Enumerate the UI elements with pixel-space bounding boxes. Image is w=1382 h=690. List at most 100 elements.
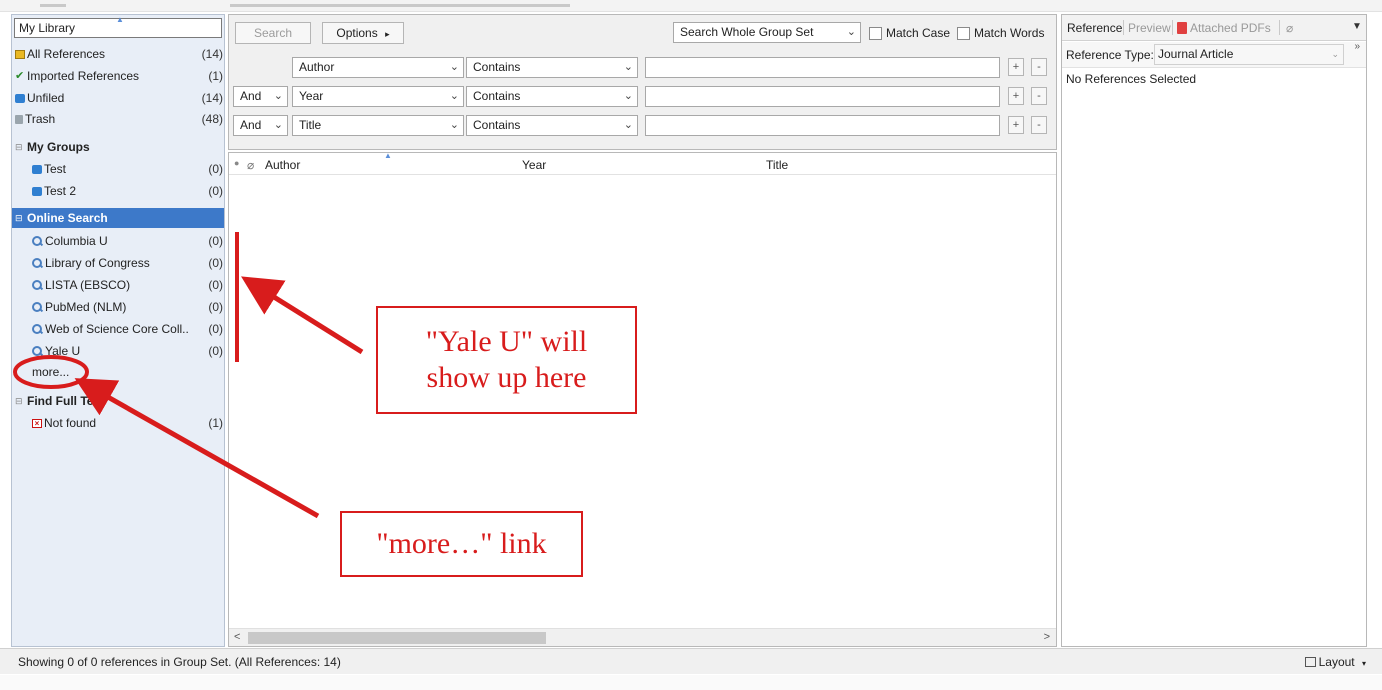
horizontal-scrollbar[interactable]: < > — [229, 628, 1056, 646]
chevron-down-icon: ▾ — [1361, 659, 1366, 668]
column-header-year[interactable]: Year — [522, 158, 546, 172]
search-operator-select-3[interactable]: Contains ⌄ — [466, 115, 638, 136]
add-row-button-1[interactable]: + — [1008, 58, 1024, 76]
group-label: PubMed (NLM) — [45, 300, 127, 314]
my-groups-header[interactable]: ⊟ My Groups — [15, 137, 223, 157]
group-count: (14) — [201, 91, 223, 105]
chevron-down-icon: ⌄ — [273, 90, 283, 102]
search-icon — [32, 345, 43, 357]
scrollbar-thumb[interactable] — [248, 632, 546, 644]
panel-menu-icon[interactable]: ▼ — [1352, 21, 1362, 32]
search-operator-select-1[interactable]: Contains ⌄ — [466, 57, 638, 78]
remove-row-button-1[interactable]: - — [1031, 58, 1047, 76]
group-label: Trash — [25, 112, 56, 126]
read-status-column-icon[interactable]: ● — [234, 158, 239, 168]
group-test[interactable]: Test (0) — [32, 159, 223, 179]
group-label: Test 2 — [44, 184, 77, 198]
group-count: (0) — [208, 162, 223, 176]
search-operator-select-2[interactable]: Contains ⌄ — [466, 86, 638, 107]
all-references-icon — [15, 49, 25, 59]
search-bool-select-3[interactable]: And ⌄ — [233, 115, 288, 136]
group-count: (14) — [201, 47, 223, 61]
group-label: Web of Science Core Coll... — [45, 322, 189, 336]
unfiled-folder-icon — [15, 93, 25, 103]
reference-type-value: Journal Article — [1158, 47, 1234, 61]
column-header-title[interactable]: Title — [766, 158, 788, 172]
bool-value: And — [240, 89, 262, 103]
add-row-button-2[interactable]: + — [1008, 87, 1024, 105]
remove-row-button-3[interactable]: - — [1031, 116, 1047, 134]
tab-label: Attached PDFs — [1190, 21, 1271, 35]
search-term-input-3[interactable] — [645, 115, 1000, 136]
search-field-select-3[interactable]: Title ⌄ — [292, 115, 464, 136]
match-words-checkbox[interactable]: Match Words — [957, 24, 1044, 42]
online-library-of-congress[interactable]: Library of Congress (0) — [32, 253, 223, 273]
search-scope-select[interactable]: Search Whole Group Set ⌄ — [673, 22, 861, 43]
chevron-down-icon: ⌄ — [846, 26, 856, 38]
options-label: Options — [336, 26, 378, 40]
field-value: Title — [299, 118, 322, 132]
chevron-down-icon: ⌄ — [449, 119, 459, 131]
tab-reference[interactable]: Reference — [1067, 21, 1122, 35]
match-case-checkbox[interactable]: Match Case — [869, 24, 950, 42]
imported-check-icon: ✔ — [15, 70, 25, 82]
paperclip-icon[interactable]: ⌀ — [1286, 21, 1293, 35]
tab-attached-pdfs[interactable]: Attached PDFs — [1177, 21, 1271, 35]
group-label: LISTA (EBSCO) — [45, 278, 131, 292]
search-button[interactable]: Search — [235, 22, 311, 44]
group-not-found[interactable]: × Not found (1) — [32, 413, 223, 433]
search-panel: Search Options ▸ Search Whole Group Set … — [228, 14, 1057, 150]
options-arrow-icon: ▸ — [385, 29, 390, 39]
status-text: Showing 0 of 0 references in Group Set. … — [18, 655, 341, 669]
no-selection-message: No References Selected — [1066, 72, 1197, 86]
reference-list-header: ● ⌀ Author ▲ Year Title — [229, 151, 1056, 175]
group-trash[interactable]: Trash (48) — [15, 109, 223, 129]
callout-text: show up here — [426, 361, 587, 394]
column-header-author[interactable]: Author — [265, 158, 300, 172]
sort-marker-icon: ▲ — [116, 15, 124, 24]
group-imported-references[interactable]: ✔ Imported References (1) — [15, 66, 223, 86]
attachment-column-icon[interactable]: ⌀ — [247, 158, 254, 172]
search-field-select-1[interactable]: Author ⌄ — [292, 57, 464, 78]
group-unfiled[interactable]: Unfiled (14) — [15, 88, 223, 108]
collapse-icon: ⊟ — [15, 212, 23, 223]
tab-separator — [1172, 20, 1173, 35]
layout-button[interactable]: Layout ▾ — [1304, 655, 1366, 669]
reference-type-select[interactable]: Journal Article ⌄ — [1154, 44, 1344, 65]
chevron-down-icon: ⌄ — [1331, 49, 1339, 59]
reference-type-bar: Reference Type: Journal Article ⌄ » — [1062, 41, 1366, 68]
tab-separator — [1279, 20, 1280, 35]
group-section-label: Find Full Text — [27, 394, 105, 408]
search-term-input-2[interactable] — [645, 86, 1000, 107]
tab-preview[interactable]: Preview — [1128, 21, 1171, 35]
more-online-sources-link[interactable]: more... — [32, 365, 69, 379]
group-test-2[interactable]: Test 2 (0) — [32, 181, 223, 201]
online-search-header[interactable]: ⊟ Online Search — [12, 208, 224, 228]
online-columbia-u[interactable]: Columbia U (0) — [32, 231, 223, 251]
online-pubmed[interactable]: PubMed (NLM) (0) — [32, 297, 223, 317]
group-section-label: My Groups — [27, 140, 90, 154]
remove-row-button-2[interactable]: - — [1031, 87, 1047, 105]
expand-icon[interactable]: » — [1354, 41, 1360, 52]
find-full-text-header[interactable]: ⊟ Find Full Text — [15, 391, 223, 411]
scroll-right-icon[interactable]: > — [1044, 631, 1050, 643]
search-bool-select-2[interactable]: And ⌄ — [233, 86, 288, 107]
operator-value: Contains — [473, 60, 521, 74]
group-all-references[interactable]: All References (14) — [15, 44, 223, 64]
search-icon — [32, 235, 43, 247]
toolbar-fragment — [230, 4, 570, 7]
search-term-input-1[interactable] — [645, 57, 1000, 78]
group-count: (0) — [208, 300, 223, 314]
scroll-left-icon[interactable]: < — [234, 631, 240, 643]
online-web-of-science[interactable]: Web of Science Core Coll... (0) — [32, 319, 223, 339]
options-button[interactable]: Options ▸ — [322, 22, 404, 44]
groups-panel: My Library ▲ All References (14) ✔ Impor… — [11, 14, 225, 647]
online-yale-u[interactable]: Yale U (0) — [32, 341, 223, 361]
scope-value: Search Whole Group Set — [680, 25, 814, 39]
operator-value: Contains — [473, 89, 521, 103]
search-field-select-2[interactable]: Year ⌄ — [292, 86, 464, 107]
group-count: (1) — [208, 69, 223, 83]
online-lista-ebsco[interactable]: LISTA (EBSCO) (0) — [32, 275, 223, 295]
add-row-button-3[interactable]: + — [1008, 116, 1024, 134]
reference-detail-panel: Reference Preview Attached PDFs ⌀ ▼ Refe… — [1061, 14, 1367, 647]
